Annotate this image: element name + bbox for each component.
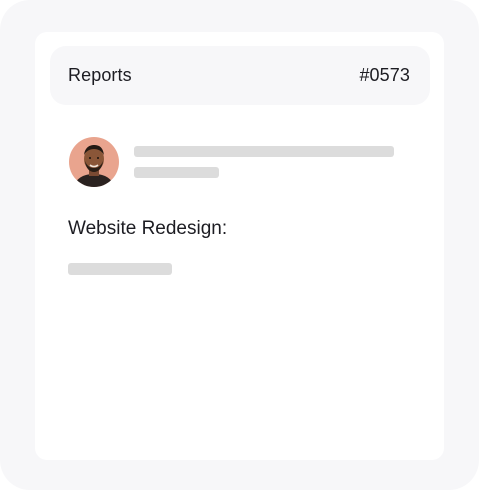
avatar bbox=[69, 137, 119, 187]
skeleton-line-content bbox=[68, 263, 172, 275]
section-title: Website Redesign: bbox=[68, 218, 228, 239]
report-id: #0573 bbox=[359, 65, 410, 85]
header-title: Reports bbox=[68, 65, 132, 85]
report-header: Reports #0573 bbox=[50, 46, 430, 105]
report-card: Reports #0573 Website Redesign: bbox=[35, 32, 444, 460]
outer-frame: Reports #0573 Website Redesign: bbox=[0, 0, 479, 490]
avatar-photo bbox=[69, 137, 119, 187]
skeleton-line-name bbox=[134, 146, 394, 157]
skeleton-line-subtitle bbox=[134, 167, 219, 178]
